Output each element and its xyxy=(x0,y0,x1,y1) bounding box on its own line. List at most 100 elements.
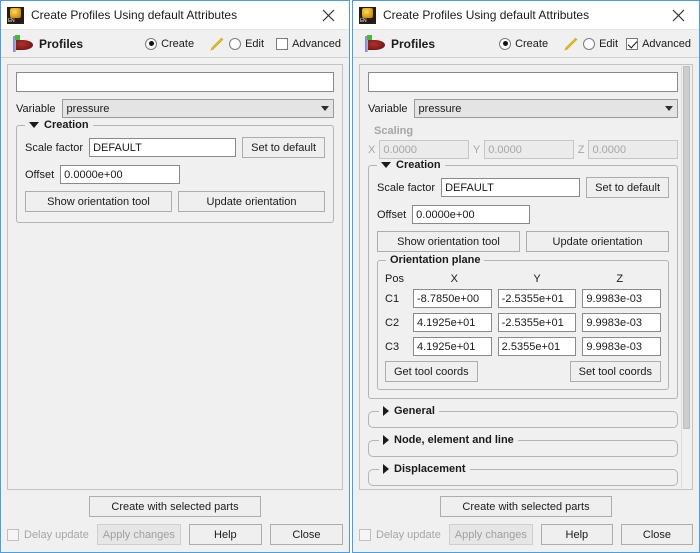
radio-edit-label: Edit xyxy=(599,37,619,50)
column-header-z: Z xyxy=(616,273,624,285)
update-orientation-button[interactable]: Update orientation xyxy=(526,231,669,252)
general-section[interactable]: General xyxy=(368,405,678,428)
scaling-fields-row: X 0.0000 Y 0.0000 Z 0.0000 xyxy=(368,140,679,159)
offset-input[interactable]: 0.0000e+00 xyxy=(60,165,181,184)
c2-z-input[interactable]: 9.9983e-03 xyxy=(582,313,662,332)
radio-create-indicator xyxy=(145,37,158,50)
triangle-down-icon xyxy=(381,162,391,168)
c1-x-input[interactable]: -8.7850e+00 xyxy=(413,289,492,308)
triangle-right-icon xyxy=(383,406,389,416)
creation-group-legend[interactable]: Creation xyxy=(377,159,445,171)
scaling-z-input: 0.0000 xyxy=(588,140,679,159)
offset-label: Offset xyxy=(25,168,55,181)
c1-y-input[interactable]: -2.5355e+01 xyxy=(497,289,577,308)
window-title-advanced: Create Profiles Using default Attributes xyxy=(383,8,590,22)
title-bar[interactable]: EN Create Profiles Using default Attribu… xyxy=(1,1,349,30)
title-bar-advanced[interactable]: EN Create Profiles Using default Attribu… xyxy=(353,1,699,30)
checkbox-advanced[interactable]: Advanced xyxy=(626,37,691,50)
variable-select[interactable]: pressure xyxy=(61,99,334,118)
scale-factor-label: Scale factor xyxy=(377,181,436,194)
app-icon: EN xyxy=(359,6,376,24)
creation-group-legend[interactable]: Creation xyxy=(25,119,93,131)
c3-x-input[interactable]: 4.1925e+01 xyxy=(413,337,492,356)
scale-factor-label: Scale factor xyxy=(25,141,84,154)
checkbox-advanced[interactable]: Advanced xyxy=(276,37,341,50)
name-input[interactable] xyxy=(16,72,334,92)
c3-z-input[interactable]: 9.9983e-03 xyxy=(582,337,662,356)
c2-x-input[interactable]: 4.1925e+01 xyxy=(413,313,492,332)
table-header-row: Pos X Y Z xyxy=(385,273,661,285)
profiles-icon xyxy=(11,34,35,53)
close-button[interactable]: Close xyxy=(620,524,693,545)
radio-edit[interactable]: Edit xyxy=(583,37,619,50)
get-tool-coords-button[interactable]: Get tool coords xyxy=(385,361,478,382)
checkbox-advanced-label: Advanced xyxy=(292,37,341,50)
c3-y-input[interactable]: 2.5355e+01 xyxy=(497,337,577,356)
scale-factor-input[interactable]: DEFAULT xyxy=(441,178,581,197)
variable-label: Variable xyxy=(368,102,408,115)
creation-group-title: Creation xyxy=(44,119,89,131)
scaling-y-input: 0.0000 xyxy=(484,140,574,159)
checkbox-delay-update[interactable]: Delay update xyxy=(359,528,441,541)
dialog-footer: Create with selected parts Delay update … xyxy=(1,490,349,552)
displacement-section[interactable]: Displacement xyxy=(368,463,678,486)
dialog-window-advanced: EN Create Profiles Using default Attribu… xyxy=(352,0,700,553)
scrollbar-thumb[interactable] xyxy=(683,66,690,429)
orientation-buttons-row: Show orientation tool Update orientation xyxy=(377,231,669,252)
help-button[interactable]: Help xyxy=(188,524,262,545)
column-header-x: X xyxy=(450,273,458,285)
set-to-default-button[interactable]: Set to default xyxy=(586,177,669,198)
orientation-plane-group: Orientation plane Pos X Y Z C1 -8.7850e+… xyxy=(377,254,669,390)
displacement-section-legend[interactable]: Displacement xyxy=(379,463,470,475)
vertical-scrollbar[interactable] xyxy=(681,66,691,488)
create-with-selected-parts-button[interactable]: Create with selected parts xyxy=(440,496,612,517)
creation-group: Creation Scale factor DEFAULT Set to def… xyxy=(16,119,334,223)
close-icon[interactable] xyxy=(657,1,699,29)
settings-scroll-area: Variable pressure Creation Scale factor … xyxy=(7,64,343,490)
row-label-c2: C2 xyxy=(385,316,400,329)
set-tool-coords-button[interactable]: Set tool coords xyxy=(569,361,661,382)
show-orientation-tool-button[interactable]: Show orientation tool xyxy=(377,231,520,252)
c1-z-input[interactable]: 9.9983e-03 xyxy=(582,289,662,308)
checkbox-advanced-indicator xyxy=(626,37,639,50)
close-button[interactable]: Close xyxy=(269,524,343,545)
app-icon: EN xyxy=(7,6,24,24)
general-section-title: General xyxy=(394,405,435,417)
set-to-default-button[interactable]: Set to default xyxy=(242,137,325,158)
radio-edit[interactable]: Edit xyxy=(229,37,264,50)
radio-edit-indicator xyxy=(583,37,596,50)
delay-update-label: Delay update xyxy=(24,528,89,541)
variable-select[interactable]: pressure xyxy=(413,99,678,118)
creation-group-title: Creation xyxy=(396,159,441,171)
dialog-footer-advanced: Create with selected parts Delay update … xyxy=(353,490,699,552)
orientation-buttons-row: Show orientation tool Update orientation xyxy=(25,191,325,212)
panel-title-advanced: Profiles xyxy=(391,36,436,51)
help-button[interactable]: Help xyxy=(540,524,613,545)
orientation-plane-title: Orientation plane xyxy=(390,254,481,266)
general-section-legend[interactable]: General xyxy=(379,405,439,417)
creation-group: Creation Scale factor DEFAULT Set to def… xyxy=(368,159,678,399)
checkbox-advanced-indicator xyxy=(276,37,289,50)
show-orientation-tool-button[interactable]: Show orientation tool xyxy=(25,191,172,212)
create-with-selected-parts-button[interactable]: Create with selected parts xyxy=(89,496,261,517)
radio-create[interactable]: Create xyxy=(145,37,194,50)
triangle-right-icon xyxy=(383,435,389,445)
column-header-pos: Pos xyxy=(385,273,404,285)
radio-edit-indicator xyxy=(229,37,242,50)
checkbox-delay-update[interactable]: Delay update xyxy=(7,528,89,541)
checkbox-delay-update-indicator xyxy=(359,528,371,541)
offset-input[interactable]: 0.0000e+00 xyxy=(412,205,531,224)
name-input[interactable] xyxy=(368,72,678,92)
node-element-line-legend[interactable]: Node, element and line xyxy=(379,434,518,446)
close-icon[interactable] xyxy=(307,1,349,29)
node-element-line-section[interactable]: Node, element and line xyxy=(368,434,678,457)
offset-row: Offset 0.0000e+00 xyxy=(25,165,325,184)
variable-row: Variable pressure xyxy=(368,99,678,118)
c2-y-input[interactable]: -2.5355e+01 xyxy=(497,313,577,332)
row-label-c3: C3 xyxy=(385,340,400,353)
scale-factor-input[interactable]: DEFAULT xyxy=(89,138,237,157)
variable-label: Variable xyxy=(16,102,56,115)
update-orientation-button[interactable]: Update orientation xyxy=(178,191,325,212)
radio-create[interactable]: Create xyxy=(499,37,548,50)
checkbox-delay-update-indicator xyxy=(7,528,19,541)
